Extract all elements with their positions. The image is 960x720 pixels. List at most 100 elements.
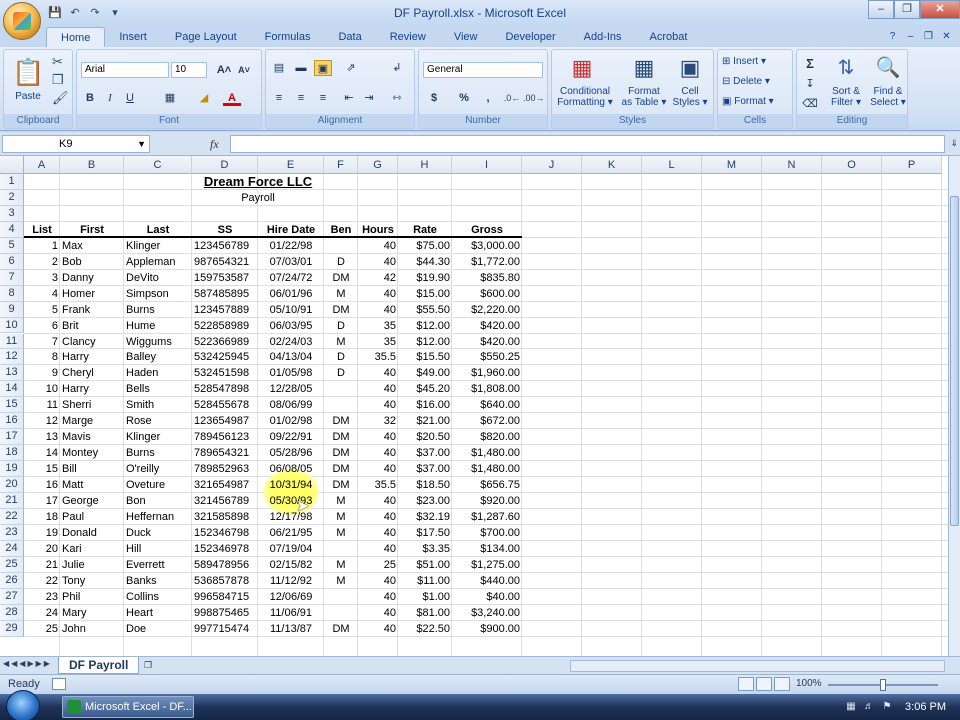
row-header[interactable]: 26 [0,572,24,589]
table-cell[interactable]: 12/17/98 [258,510,324,525]
row-header[interactable]: 25 [0,556,24,573]
header-cell[interactable]: Hire Date [258,223,324,238]
increase-indent-icon[interactable]: ⇥ [360,90,378,106]
table-cell[interactable]: 35 [358,335,398,350]
align-center-icon[interactable]: ≡ [292,90,310,106]
table-cell[interactable]: Appleman [124,255,192,270]
close-button[interactable]: ✕ [920,0,960,19]
table-cell[interactable]: DM [324,271,358,286]
percent-icon[interactable]: % [455,90,473,106]
table-cell[interactable]: 01/22/98 [258,239,324,254]
table-cell[interactable]: DeVito [124,271,192,286]
table-cell[interactable]: 06/03/95 [258,319,324,334]
tab-insert[interactable]: Insert [105,27,161,47]
table-cell[interactable]: 6 [24,319,60,334]
table-cell[interactable]: Montey [60,446,124,461]
table-cell[interactable]: 40 [358,622,398,637]
table-cell[interactable]: Bill [60,462,124,477]
table-cell[interactable]: 12/06/69 [258,590,324,605]
table-cell[interactable]: M [324,558,358,573]
orientation-icon[interactable]: ⇗ [342,60,360,76]
table-cell[interactable]: 532425945 [192,350,258,365]
table-cell[interactable]: $21.00 [398,414,452,429]
row-header[interactable]: 29 [0,620,24,637]
table-cell[interactable]: $23.00 [398,494,452,509]
table-cell[interactable]: Haden [124,366,192,381]
table-cell[interactable]: 15 [24,462,60,477]
table-cell[interactable]: $550.25 [452,350,522,365]
table-cell[interactable]: Harry [60,382,124,397]
table-cell[interactable]: 4 [24,287,60,302]
row-header[interactable]: 7 [0,269,24,286]
table-cell[interactable]: 789852963 [192,462,258,477]
table-cell[interactable]: 40 [358,542,398,557]
row-header[interactable]: 1 [0,174,24,190]
table-cell[interactable]: $3,240.00 [452,606,522,621]
column-header-g[interactable]: G [358,156,398,174]
table-cell[interactable]: $1,480.00 [452,446,522,461]
table-cell[interactable]: 04/13/04 [258,350,324,365]
row-header[interactable]: 18 [0,445,24,462]
row-header[interactable]: 2 [0,189,24,206]
table-cell[interactable]: Burns [124,303,192,318]
row-header[interactable]: 9 [0,301,24,318]
align-left-icon[interactable]: ≡ [270,90,288,106]
workbook-close-icon[interactable]: ✕ [939,29,954,44]
table-cell[interactable]: 40 [358,303,398,318]
table-cell[interactable]: 536857878 [192,574,258,589]
delete-cells-button[interactable]: ⊟ Delete ▾ [722,76,790,87]
header-cell[interactable]: Rate [398,223,452,238]
table-cell[interactable]: Homer [60,287,124,302]
currency-icon[interactable]: $ [425,90,443,106]
tab-view[interactable]: View [440,27,492,47]
table-cell[interactable]: 40 [358,430,398,445]
table-cell[interactable]: $1,960.00 [452,366,522,381]
table-cell[interactable]: $656.75 [452,478,522,493]
table-cell[interactable]: $420.00 [452,335,522,350]
table-cell[interactable]: 998875465 [192,606,258,621]
tab-developer[interactable]: Developer [491,27,569,47]
workbook-restore-icon[interactable]: ❐ [921,29,936,44]
table-cell[interactable]: $1,275.00 [452,558,522,573]
table-cell[interactable]: Doe [124,622,192,637]
name-box[interactable]: K9 ▼ [2,135,150,153]
table-cell[interactable]: 522366989 [192,335,258,350]
column-header-a[interactable]: A [24,156,60,174]
column-header-b[interactable]: B [60,156,124,174]
table-cell[interactable]: 35.5 [358,478,398,493]
table-cell[interactable]: M [324,510,358,525]
table-cell[interactable]: M [324,287,358,302]
tab-page-layout[interactable]: Page Layout [161,27,251,47]
tray-security-icon[interactable]: ⚑ [881,701,893,713]
row-header[interactable]: 12 [0,349,24,366]
table-cell[interactable]: Burns [124,446,192,461]
font-color-icon[interactable]: A [223,90,241,106]
table-cell[interactable]: 17 [24,494,60,509]
column-header-h[interactable]: H [398,156,452,174]
paste-icon[interactable]: 📋 [12,54,44,90]
table-cell[interactable]: DM [324,446,358,461]
page-layout-view-icon[interactable] [756,677,772,691]
table-cell[interactable]: $1.00 [398,590,452,605]
table-cell[interactable]: Mavis [60,430,124,445]
column-header-d[interactable]: D [192,156,258,174]
table-cell[interactable]: $44.30 [398,255,452,270]
table-cell[interactable]: DM [324,430,358,445]
table-cell[interactable]: 996584715 [192,590,258,605]
table-cell[interactable]: DM [324,462,358,477]
column-header-c[interactable]: C [124,156,192,174]
table-cell[interactable]: Hill [124,542,192,557]
table-cell[interactable] [324,542,358,557]
table-cell[interactable]: 13 [24,430,60,445]
worksheet-grid[interactable]: ABCDEFGHIJKLMNOP 1 2 3 4 5 6 7 8 9 10 11 12 13 14 15 16… [0,156,948,656]
table-cell[interactable]: $75.00 [398,239,452,254]
table-cell[interactable]: 11/12/92 [258,574,324,589]
insert-sheet-icon[interactable]: ❐ [140,659,156,672]
row-header[interactable]: 16 [0,413,24,430]
table-cell[interactable]: 22 [24,574,60,589]
table-cell[interactable]: 589478956 [192,558,258,573]
number-format-box[interactable]: General [423,62,543,78]
table-cell[interactable]: 532451598 [192,366,258,381]
table-cell[interactable]: 9 [24,366,60,381]
header-cell[interactable]: Ben [324,223,358,238]
